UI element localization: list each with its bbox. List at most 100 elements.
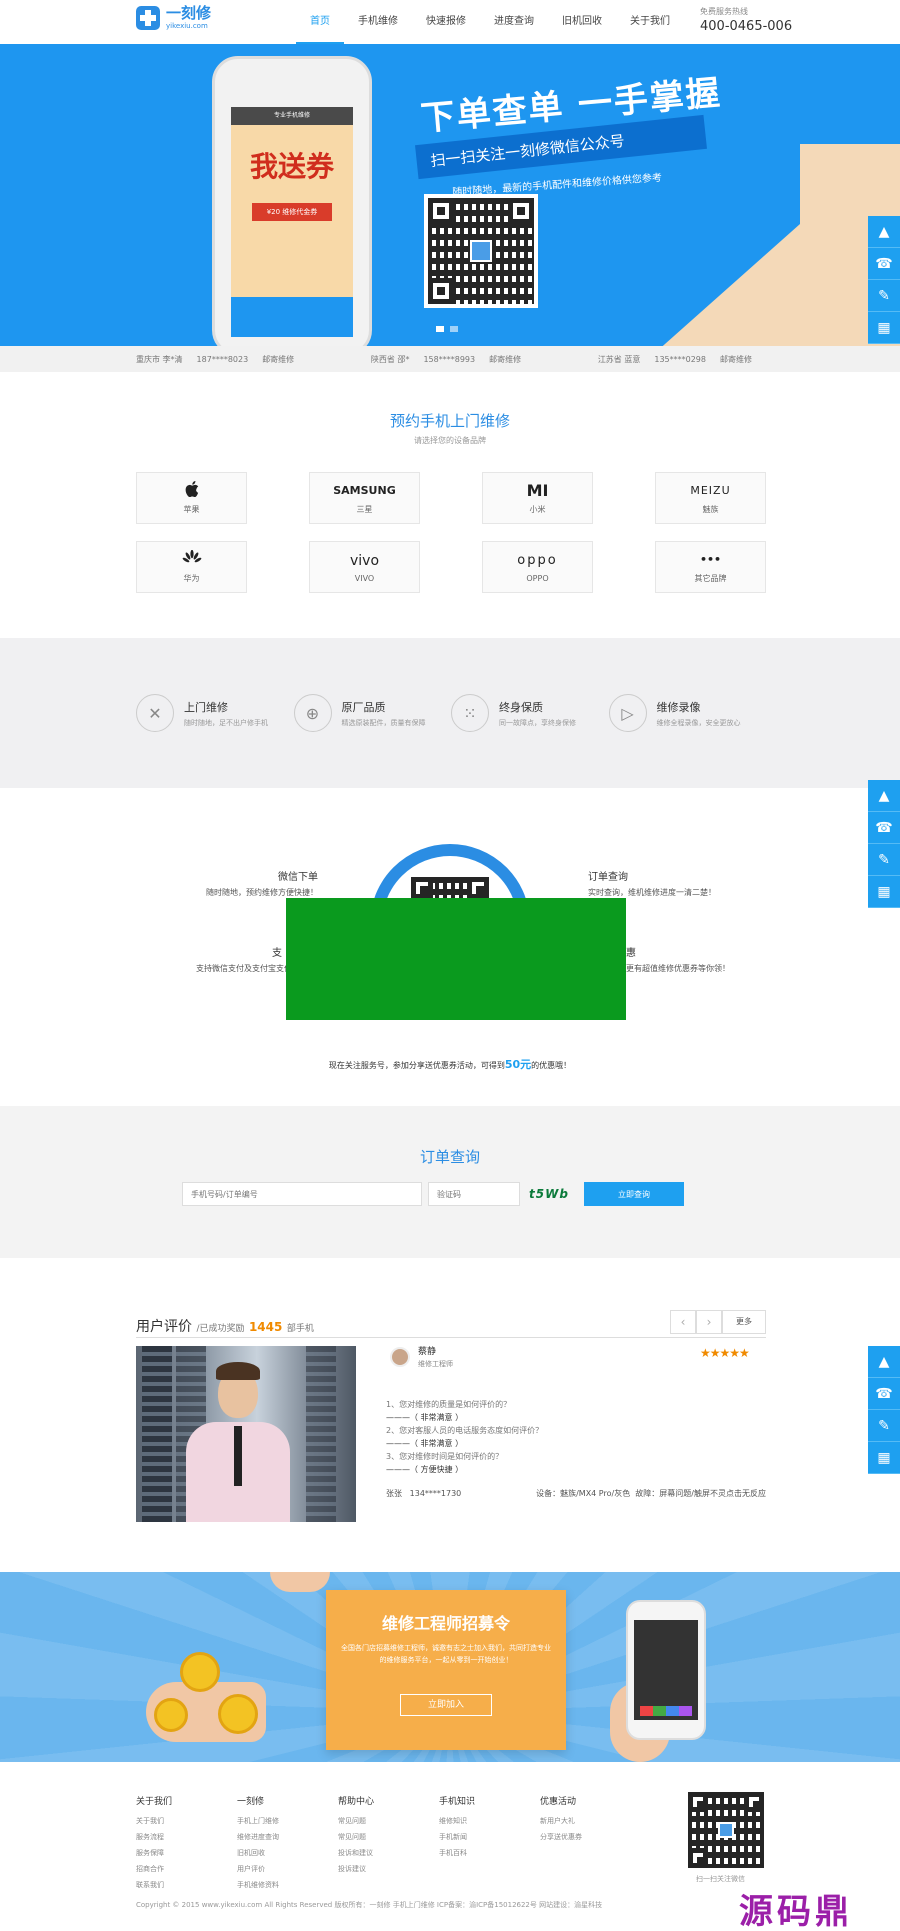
qr-pattern bbox=[688, 1792, 764, 1868]
person-hair bbox=[216, 1362, 260, 1380]
brand-name: 三星 bbox=[356, 505, 373, 514]
promo-amount: 50元 bbox=[504, 1058, 532, 1071]
brand-vivo[interactable]: vivo VIVO bbox=[309, 541, 420, 593]
query-button[interactable]: 立即查询 bbox=[584, 1182, 684, 1206]
brand-logo: oppo bbox=[517, 553, 558, 568]
footer-link[interactable]: 旧机回收 bbox=[237, 1845, 338, 1861]
banner-shape bbox=[620, 224, 800, 346]
brand-other[interactable]: ••• 其它品牌 bbox=[655, 541, 766, 593]
back-to-top-icon[interactable]: ▲ bbox=[868, 1346, 900, 1378]
captcha-image[interactable]: t5Wb bbox=[524, 1182, 574, 1206]
qr-icon[interactable]: ▦ bbox=[868, 312, 900, 344]
brand-name: 小米 bbox=[529, 505, 546, 514]
brand-samsung[interactable]: SAMSUNG 三星 bbox=[309, 472, 420, 524]
placeholder-block bbox=[286, 898, 626, 1020]
reviews-count: 1445 bbox=[248, 1320, 283, 1334]
coin-icon bbox=[218, 1694, 258, 1734]
footer-link[interactable]: 服务保障 bbox=[136, 1845, 237, 1861]
brand-name: VIVO bbox=[354, 574, 375, 583]
feature-title: 上门维修 bbox=[184, 700, 228, 714]
footer-link[interactable]: 服务流程 bbox=[136, 1829, 237, 1845]
footer-link[interactable]: 维修知识 bbox=[439, 1813, 540, 1829]
nav-quick-repair[interactable]: 快速报修 bbox=[412, 0, 480, 44]
footer-link[interactable]: 常见问题 bbox=[338, 1813, 439, 1829]
footer-link[interactable]: 关于我们 bbox=[136, 1813, 237, 1829]
footer-link[interactable]: 常见问题 bbox=[338, 1829, 439, 1845]
footer-link[interactable]: 联系我们 bbox=[136, 1877, 237, 1893]
wechat-promo-line: 现在关注服务号，参加分享送优惠券活动，可得到50元的优惠哦！ bbox=[328, 1058, 572, 1071]
phone-promo-text: 我送券 bbox=[249, 150, 334, 183]
recruit-banner[interactable]: 维修工程师招募令 全国各门店招募维修工程师，诚邀有志之士加入我们，共同打造专业的… bbox=[0, 1572, 900, 1762]
back-to-top-icon[interactable]: ▲ bbox=[868, 780, 900, 812]
brand-meizu[interactable]: MEIZU 魅族 bbox=[655, 472, 766, 524]
wechat-block-desc: 更有超值维修优惠券等你领！ bbox=[626, 964, 730, 973]
footer-link[interactable]: 投诉建议 bbox=[338, 1861, 439, 1877]
nav-progress-query[interactable]: 进度查询 bbox=[480, 0, 548, 44]
copyright: Copyright © 2015 www.yikexiu.com All Rig… bbox=[136, 1901, 603, 1909]
brand-xiaomi[interactable]: MI 小米 bbox=[482, 472, 593, 524]
recruit-card: 维修工程师招募令 全国各门店招募维修工程师，诚邀有志之士加入我们，共同打造专业的… bbox=[326, 1590, 566, 1750]
footer-link[interactable]: 招商合作 bbox=[136, 1861, 237, 1877]
brand-oppo[interactable]: oppo OPPO bbox=[482, 541, 593, 593]
ticker-item: 陕西省 邵* 158****8993 邮寄维修 bbox=[370, 354, 522, 364]
edit-icon[interactable]: ✎ bbox=[868, 280, 900, 312]
site-logo[interactable]: 一刻修 yikexiu.com bbox=[136, 6, 211, 30]
brand-apple[interactable]: 苹果 bbox=[136, 472, 247, 524]
prev-arrow-icon[interactable]: ‹ bbox=[670, 1310, 696, 1334]
banner-dot[interactable] bbox=[450, 326, 458, 332]
edit-icon[interactable]: ✎ bbox=[868, 844, 900, 876]
feature-desc: 精选原装配件，质量有保障 bbox=[341, 718, 426, 727]
brand-name: 魅族 bbox=[702, 505, 719, 514]
server-rack bbox=[306, 1346, 336, 1522]
footer-link[interactable]: 维修进度查询 bbox=[237, 1829, 338, 1845]
coin-icon bbox=[180, 1652, 220, 1692]
nav-phone-repair[interactable]: 手机维修 bbox=[344, 0, 412, 44]
footer-column-title: 优惠活动 bbox=[540, 1797, 577, 1807]
nav-home[interactable]: 首页 bbox=[296, 0, 344, 44]
wechat-section: 微信下单 随时随地，预约维修方便快捷！ 支 支持微信支付及支付宝支付，安全 订单… bbox=[0, 788, 900, 1106]
footer-link[interactable]: 手机新闻 bbox=[439, 1829, 540, 1845]
reviews-section: 用户评价 /已成功奖励 1445 部手机 ‹ › 更多 蔡静 维修工程师 ★★★… bbox=[0, 1258, 900, 1572]
footer-link[interactable]: 手机上门维修 bbox=[237, 1813, 338, 1829]
engineer-photo bbox=[136, 1346, 356, 1522]
footer-link[interactable]: 手机百科 bbox=[439, 1845, 540, 1861]
recruit-title: 维修工程师招募令 bbox=[381, 1614, 510, 1633]
footer-link[interactable]: 用户评价 bbox=[237, 1861, 338, 1877]
order-ticker: 重庆市 李*清 187****8023 邮寄维修 陕西省 邵* 158****8993… bbox=[0, 346, 900, 372]
captcha-input[interactable] bbox=[428, 1182, 520, 1206]
brand-huawei[interactable]: 华为 bbox=[136, 541, 247, 593]
qr-icon[interactable]: ▦ bbox=[868, 876, 900, 908]
review-question: 1、您对维修的质量是如何评价的？ bbox=[386, 1400, 512, 1409]
feature-desc: 维修全程录像，安全更放心 bbox=[656, 718, 741, 727]
review-contact: 张张 134****1730 bbox=[386, 1489, 462, 1498]
footer-link[interactable]: 新用户大礼 bbox=[540, 1813, 641, 1829]
nav-about[interactable]: 关于我们 bbox=[616, 0, 684, 44]
banner-dot[interactable] bbox=[436, 326, 444, 332]
footer-column: 优惠活动 新用户大礼 分享送优惠券 bbox=[540, 1794, 641, 1893]
footer-link[interactable]: 手机维修资料 bbox=[237, 1877, 338, 1893]
phone-illustration bbox=[626, 1600, 706, 1740]
review-question: 3、您对维修时间是如何评价的？ bbox=[386, 1452, 504, 1461]
edit-icon[interactable]: ✎ bbox=[868, 1410, 900, 1442]
hero-banner[interactable]: 专业手机维修 我送券 ¥20 维修代金券 下单查单 一手掌握 扫一扫关注一刻修微… bbox=[0, 44, 900, 346]
phone-screen-header: 专业手机维修 bbox=[231, 107, 353, 125]
more-button[interactable]: 更多 bbox=[722, 1310, 766, 1334]
qr-icon[interactable]: ▦ bbox=[868, 1442, 900, 1474]
back-to-top-icon[interactable]: ▲ bbox=[868, 216, 900, 248]
nav-recycle[interactable]: 旧机回收 bbox=[548, 0, 616, 44]
keypad-icon: ⁙ bbox=[451, 694, 489, 732]
avatar bbox=[390, 1346, 410, 1367]
qr-eye bbox=[508, 198, 534, 224]
join-button[interactable]: 立即加入 bbox=[400, 1694, 492, 1716]
phone-icon[interactable]: ☎ bbox=[868, 248, 900, 280]
order-number-input[interactable] bbox=[182, 1182, 422, 1206]
phone-icon[interactable]: ☎ bbox=[868, 1378, 900, 1410]
footer-link[interactable]: 分享送优惠券 bbox=[540, 1829, 641, 1845]
hotline-number: 400-0465-006 bbox=[700, 19, 793, 34]
footer-link[interactable]: 投诉和建议 bbox=[338, 1845, 439, 1861]
phone-icon[interactable]: ☎ bbox=[868, 812, 900, 844]
next-arrow-icon[interactable]: › bbox=[696, 1310, 722, 1334]
footer-column: 一刻修 手机上门维修 维修进度查询 旧机回收 用户评价 手机维修资料 bbox=[237, 1794, 338, 1893]
wechat-block-order: 微信下单 随时随地，预约维修方便快捷！ bbox=[168, 868, 318, 898]
feature-item: ⁙ 终身保质 同一故障点，享终身保修 bbox=[451, 694, 609, 732]
